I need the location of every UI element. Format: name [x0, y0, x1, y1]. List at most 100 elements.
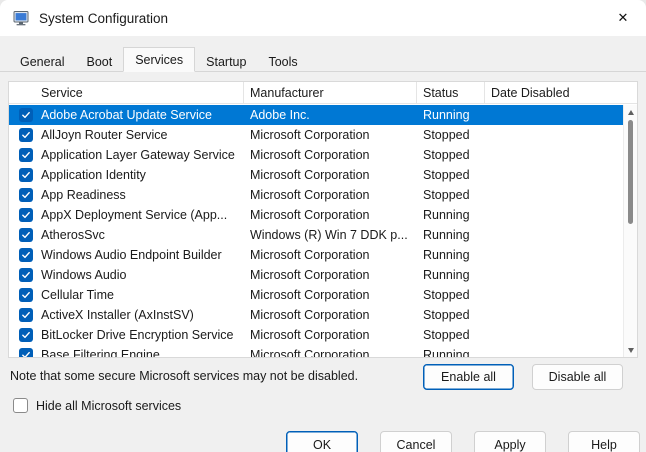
status-cell: Running: [417, 108, 485, 122]
column-header-service[interactable]: Service: [9, 82, 244, 103]
ok-button[interactable]: OK: [286, 431, 358, 452]
manufacturer-cell: Adobe Inc.: [244, 108, 417, 122]
table-row[interactable]: App Readiness Microsoft CorporationStoppe…: [9, 185, 623, 205]
service-name: App Readiness: [41, 188, 126, 202]
service-checkbox[interactable]: [19, 108, 33, 122]
manufacturer-cell: Microsoft Corporation: [244, 168, 417, 182]
column-header-status[interactable]: Status: [417, 82, 485, 103]
status-cell: Stopped: [417, 188, 485, 202]
service-checkbox[interactable]: [19, 128, 33, 142]
tab-general[interactable]: General: [9, 51, 75, 72]
apply-button[interactable]: Apply: [474, 431, 546, 452]
service-name: Base Filtering Engine: [41, 348, 160, 357]
service-cell: AtherosSvc: [9, 228, 244, 242]
status-cell: Stopped: [417, 288, 485, 302]
table-row[interactable]: AppX Deployment Service (App... Microsoft…: [9, 205, 623, 225]
service-name: Windows Audio: [41, 268, 126, 282]
scrollbar-thumb[interactable]: [628, 120, 633, 224]
tab-boot[interactable]: Boot: [75, 51, 123, 72]
manufacturer-cell: Microsoft Corporation: [244, 208, 417, 222]
service-checkbox[interactable]: [19, 248, 33, 262]
service-checkbox[interactable]: [19, 288, 33, 302]
tab-tools[interactable]: Tools: [257, 51, 308, 72]
table-row[interactable]: AllJoyn Router Service Microsoft Corporat…: [9, 125, 623, 145]
service-cell: Adobe Acrobat Update Service: [9, 108, 244, 122]
disable-all-button[interactable]: Disable all: [532, 364, 623, 390]
table-row[interactable]: Application Layer Gateway Service Microso…: [9, 145, 623, 165]
vertical-scrollbar[interactable]: [623, 105, 637, 357]
status-cell: Running: [417, 228, 485, 242]
help-button[interactable]: Help: [568, 431, 640, 452]
tab-services[interactable]: Services: [123, 47, 195, 72]
scroll-up-icon[interactable]: [624, 106, 637, 118]
column-header-date[interactable]: Date Disabled: [485, 82, 637, 103]
status-cell: Running: [417, 268, 485, 282]
dialog-button-row: OK Cancel Apply Help: [0, 431, 640, 452]
service-name: Cellular Time: [41, 288, 114, 302]
cancel-button[interactable]: Cancel: [380, 431, 452, 452]
system-configuration-dialog: System Configuration ✕ GeneralBootServic…: [0, 0, 646, 452]
status-cell: Stopped: [417, 128, 485, 142]
status-cell: Running: [417, 248, 485, 262]
status-cell: Running: [417, 348, 485, 357]
service-checkbox[interactable]: [19, 308, 33, 322]
service-cell: Base Filtering Engine: [9, 348, 244, 357]
enable-all-button[interactable]: Enable all: [423, 364, 514, 390]
checkbox-box[interactable]: [13, 398, 28, 413]
manufacturer-cell: Microsoft Corporation: [244, 248, 417, 262]
note-row: Note that some secure Microsoft services…: [10, 364, 623, 390]
column-header-manufacturer[interactable]: Manufacturer: [244, 82, 417, 103]
table-row[interactable]: Windows Audio Endpoint BuilderMicrosoft …: [9, 245, 623, 265]
service-checkbox[interactable]: [19, 268, 33, 282]
manufacturer-cell: Microsoft Corporation: [244, 148, 417, 162]
table-row[interactable]: Base Filtering Engine Microsoft Corporati…: [9, 345, 623, 357]
manufacturer-cell: Windows (R) Win 7 DDK p...: [244, 228, 417, 242]
service-name: AppX Deployment Service (App...: [41, 208, 227, 222]
service-checkbox[interactable]: [19, 188, 33, 202]
services-table: ServiceManufacturerStatusDate Disabled A…: [8, 81, 638, 358]
service-cell: App Readiness: [9, 188, 244, 202]
service-checkbox[interactable]: [19, 228, 33, 242]
tab-startup[interactable]: Startup: [195, 51, 257, 72]
manufacturer-cell: Microsoft Corporation: [244, 288, 417, 302]
service-cell: AppX Deployment Service (App...: [9, 208, 244, 222]
table-row[interactable]: ActiveX Installer (AxInstSV) Microsoft Co…: [9, 305, 623, 325]
table-header: ServiceManufacturerStatusDate Disabled: [9, 82, 637, 104]
service-name: AllJoyn Router Service: [41, 128, 167, 142]
service-name: Application Identity: [41, 168, 146, 182]
service-checkbox[interactable]: [19, 168, 33, 182]
service-cell: ActiveX Installer (AxInstSV): [9, 308, 244, 322]
service-cell: Application Identity: [9, 168, 244, 182]
manufacturer-cell: Microsoft Corporation: [244, 328, 417, 342]
manufacturer-cell: Microsoft Corporation: [244, 188, 417, 202]
app-icon: [13, 10, 29, 26]
tab-bar: GeneralBootServicesStartupTools: [0, 47, 646, 72]
service-name: BitLocker Drive Encryption Service: [41, 328, 233, 342]
table-row[interactable]: BitLocker Drive Encryption Service Micros…: [9, 325, 623, 345]
service-checkbox[interactable]: [19, 328, 33, 342]
scroll-down-icon[interactable]: [624, 344, 637, 356]
service-checkbox[interactable]: [19, 148, 33, 162]
manufacturer-cell: Microsoft Corporation: [244, 128, 417, 142]
status-cell: Stopped: [417, 328, 485, 342]
table-row[interactable]: Cellular Time Microsoft CorporationStoppe…: [9, 285, 623, 305]
table-row[interactable]: Windows Audio Microsoft CorporationRunnin…: [9, 265, 623, 285]
manufacturer-cell: Microsoft Corporation: [244, 348, 417, 357]
hide-all-microsoft-services-checkbox[interactable]: Hide all Microsoft services: [13, 398, 181, 413]
table-row[interactable]: Application Identity Microsoft Corporatio…: [9, 165, 623, 185]
close-icon[interactable]: ✕: [600, 0, 646, 36]
service-name: ActiveX Installer (AxInstSV): [41, 308, 194, 322]
service-cell: AllJoyn Router Service: [9, 128, 244, 142]
service-name: AtherosSvc: [41, 228, 105, 242]
service-checkbox[interactable]: [19, 208, 33, 222]
note-text: Note that some secure Microsoft services…: [10, 364, 405, 383]
table-row[interactable]: Adobe Acrobat Update ServiceAdobe Inc.Ru…: [9, 105, 623, 125]
status-cell: Stopped: [417, 148, 485, 162]
table-row[interactable]: AtherosSvc Windows (R) Win 7 DDK p...Runn…: [9, 225, 623, 245]
service-cell: BitLocker Drive Encryption Service: [9, 328, 244, 342]
table-body: Adobe Acrobat Update ServiceAdobe Inc.Ru…: [9, 105, 623, 357]
service-name: Application Layer Gateway Service: [41, 148, 235, 162]
service-checkbox[interactable]: [19, 348, 33, 357]
manufacturer-cell: Microsoft Corporation: [244, 308, 417, 322]
manufacturer-cell: Microsoft Corporation: [244, 268, 417, 282]
